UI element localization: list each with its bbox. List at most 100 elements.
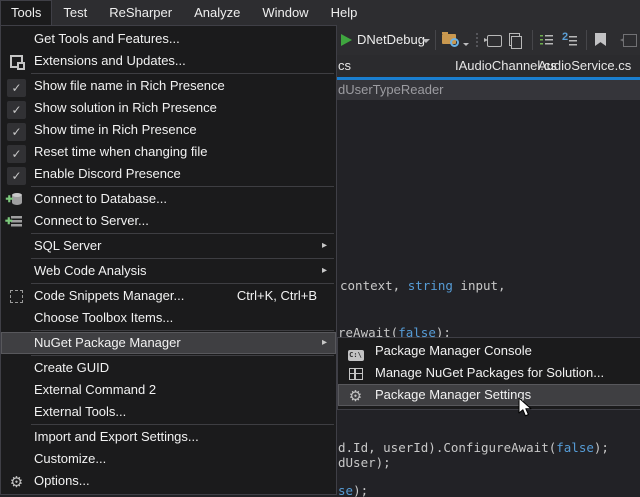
menu-separator: [31, 233, 334, 234]
menu-item-label: Package Manager Settings: [375, 387, 531, 402]
menu-item-show-solution-in-rich-presence[interactable]: ✓Show solution in Rich Presence: [1, 97, 336, 119]
format-lines-icon[interactable]: [540, 34, 553, 45]
menu-item-label: NuGet Package Manager: [34, 335, 181, 350]
nuget-package-manager-submenu: C:\ Package Manager Console Manage NuGet …: [337, 337, 640, 410]
icon-gutter: C:\: [343, 342, 368, 360]
mouse-cursor: [518, 397, 533, 418]
menu-item-extensions-and-updates[interactable]: Extensions and Updates...: [1, 50, 336, 72]
menu-separator: [31, 424, 334, 425]
tab-partial-cs[interactable]: cs: [338, 55, 351, 77]
menu-item-label: Code Snippets Manager...: [34, 288, 184, 303]
menu-item-nuget-package-manager[interactable]: NuGet Package Manager ▸: [1, 332, 336, 354]
icon-gutter: ✓: [5, 165, 28, 183]
menu-item-label: Create GUID: [34, 360, 109, 375]
vs-window: Tools Test ReSharper Analyze Window Help…: [0, 0, 640, 497]
checkmark-icon: ✓: [7, 79, 26, 97]
toolbar-overflow-caret-icon[interactable]: [463, 43, 469, 46]
checkmark-icon: ✓: [7, 145, 26, 163]
menu-item-customize[interactable]: Customize...: [1, 448, 336, 470]
menu-item-label: Customize...: [34, 451, 106, 466]
menu-item-label: Extensions and Updates...: [34, 53, 186, 68]
toolbar-separator: [435, 30, 436, 50]
menu-item-options[interactable]: Options...: [1, 470, 336, 492]
code-token: context,: [340, 278, 408, 293]
clipped-toolbar-icon[interactable]: [623, 34, 637, 47]
menu-item-label: Choose Toolbox Items...: [34, 310, 173, 325]
manage-packages-icon: [349, 368, 363, 380]
menu-item-show-time-in-rich-presence[interactable]: ✓Show time in Rich Presence: [1, 119, 336, 141]
run-configuration-dropdown[interactable]: DNetDebug: [357, 25, 425, 55]
menu-item-enable-discord-presence[interactable]: ✓Enable Discord Presence: [1, 163, 336, 185]
copy-document-icon[interactable]: [509, 33, 520, 46]
menu-item-sql-server[interactable]: SQL Server▸: [1, 235, 336, 257]
menu-item-label: Show time in Rich Presence: [34, 122, 197, 137]
menu-item-connect-to-server[interactable]: ✚ Connect to Server...: [1, 210, 336, 232]
shortcut-label: Ctrl+K, Ctrl+B: [237, 285, 317, 307]
toolbar-grip[interactable]: [476, 33, 478, 47]
menu-item-show-file-name-in-rich-presence[interactable]: ✓ Show file name in Rich Presence: [1, 75, 336, 97]
menu-item-connect-to-database[interactable]: ✚Connect to Database...: [1, 188, 336, 210]
menu-item-reset-time-when-changing-file[interactable]: ✓ Reset time when changing file: [1, 141, 336, 163]
menu-separator: [31, 283, 334, 284]
menu-item-external-tools[interactable]: External Tools...: [1, 401, 336, 423]
menu-item-label: Show file name in Rich Presence: [34, 78, 225, 93]
icon-gutter: [5, 472, 28, 490]
code-line: d.Id, userId).ConfigureAwait(false);: [338, 440, 609, 455]
menu-item-code-snippets-manager[interactable]: Code Snippets Manager... Ctrl+K, Ctrl+B: [1, 285, 336, 307]
menu-item-get-tools-and-features[interactable]: Get Tools and Features...: [1, 28, 336, 50]
menu-item-label: Reset time when changing file: [34, 144, 207, 159]
menu-item-label: Options...: [34, 473, 90, 488]
submenu-item-package-manager-settings[interactable]: Package Manager Settings: [338, 384, 640, 406]
menu-item-external-command-2[interactable]: External Command 2: [1, 379, 336, 401]
menu-item-web-code-analysis[interactable]: Web Code Analysis▸: [1, 260, 336, 282]
console-icon: C:\: [348, 350, 364, 361]
menu-separator: [31, 355, 334, 356]
start-debug-icon[interactable]: [341, 34, 352, 46]
navigate-to-icon[interactable]: [487, 35, 502, 47]
menu-item-label: Show solution in Rich Presence: [34, 100, 217, 115]
chevron-down-icon[interactable]: [422, 39, 430, 43]
code-token: input,: [453, 278, 506, 293]
code-token: dUser);: [338, 455, 391, 470]
menubar-item-help[interactable]: Help: [320, 0, 369, 25]
gear-icon: [10, 474, 23, 492]
menubar-item-window[interactable]: Window: [251, 0, 319, 25]
menu-item-label: Manage NuGet Packages for Solution...: [375, 365, 604, 380]
code-token-keyword: se: [338, 483, 353, 497]
toolbar-separator: [586, 30, 587, 50]
menu-item-label: SQL Server: [34, 238, 101, 253]
menu-item-create-guid[interactable]: Create GUID: [1, 357, 336, 379]
code-token: d.Id, userId).ConfigureAwait(: [338, 440, 556, 455]
menu-item-label: Package Manager Console: [375, 343, 532, 358]
menubar-item-test[interactable]: Test: [52, 0, 98, 25]
code-token-keyword: false: [556, 440, 594, 455]
menubar-item-resharper[interactable]: ReSharper: [98, 0, 183, 25]
code-line: context, string input,: [340, 278, 506, 293]
menubar-item-analyze[interactable]: Analyze: [183, 0, 251, 25]
menu-item-import-and-export-settings[interactable]: Import and Export Settings...: [1, 426, 336, 448]
menu-item-label: Web Code Analysis: [34, 263, 147, 278]
menu-bar: Tools Test ReSharper Analyze Window Help: [0, 0, 640, 25]
server-add-icon: ✚: [11, 216, 22, 227]
tools-menu: Get Tools and Features... Extensions and…: [0, 25, 337, 495]
submenu-arrow-icon: ▸: [322, 332, 327, 354]
checkmark-icon: ✓: [7, 167, 26, 185]
bookmark-icon[interactable]: [595, 33, 606, 46]
breadcrumb[interactable]: dUserTypeReader: [338, 80, 444, 100]
menubar-item-tools[interactable]: Tools: [0, 0, 52, 25]
code-token-keyword: string: [408, 278, 453, 293]
menu-item-choose-toolbox-items[interactable]: Choose Toolbox Items...: [1, 307, 336, 329]
menu-separator: [31, 330, 334, 331]
find-in-files-icon[interactable]: [442, 34, 456, 44]
code-line: dUser);: [338, 455, 391, 470]
database-add-icon: ✚: [12, 194, 22, 205]
submenu-item-manage-nuget-packages-for-solution[interactable]: Manage NuGet Packages for Solution...: [338, 362, 640, 384]
code-token: );: [594, 440, 609, 455]
numbered-lines-icon[interactable]: [562, 33, 577, 46]
menu-item-label: Connect to Server...: [34, 213, 149, 228]
tab-audioservice[interactable]: AudioService.cs: [538, 55, 631, 77]
submenu-item-package-manager-console[interactable]: C:\ Package Manager Console: [338, 340, 640, 362]
icon-gutter: [343, 386, 368, 404]
icon-gutter: [5, 52, 28, 70]
toolbar-separator: [532, 30, 533, 50]
